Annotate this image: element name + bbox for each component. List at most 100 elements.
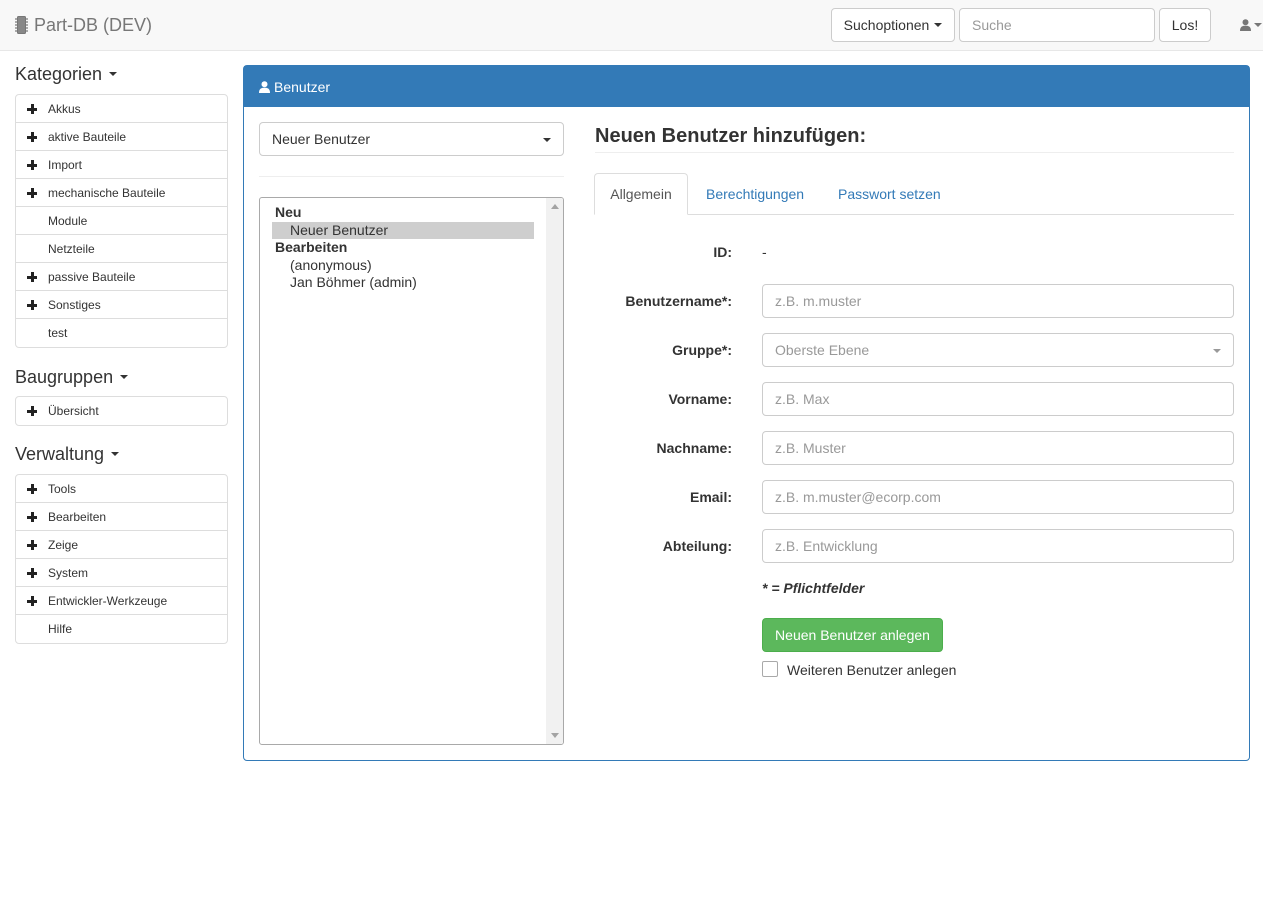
tab-berechtigungen[interactable]: Berechtigungen	[706, 173, 804, 215]
baugruppen-heading[interactable]: Baugruppen	[15, 367, 129, 387]
verwaltung-list: Tools Bearbeiten Zeige System Entwickler…	[15, 474, 228, 644]
brand-link[interactable]: Part-DB (DEV)	[15, 14, 152, 36]
sidebar-item-label: Hilfe	[48, 622, 73, 636]
plus-icon[interactable]	[27, 160, 37, 170]
plus-icon[interactable]	[27, 272, 37, 282]
sidebar-item-label: mechanische Bauteile	[48, 185, 166, 200]
sidebar-item-module[interactable]: Module	[16, 207, 227, 235]
add-another-user-label[interactable]: Weiteren Benutzer anlegen	[787, 661, 956, 679]
plus-icon[interactable]	[27, 300, 37, 310]
plus-icon[interactable]	[27, 406, 37, 416]
caret-down-icon	[109, 72, 118, 76]
top-navbar: Part-DB (DEV) Suchoptionen Los!	[0, 0, 1263, 51]
sidebar-item-label: Übersicht	[48, 404, 99, 418]
id-value: -	[762, 244, 767, 260]
username-label: Benutzername*:	[625, 293, 732, 309]
chip-icon	[15, 16, 28, 34]
sidebar-item-passive-bauteile[interactable]: passive Bauteile	[16, 263, 227, 291]
user-listbox[interactable]: Neu Neuer Benutzer Bearbeiten (anonymous…	[259, 197, 564, 745]
sidebar-item-zeige[interactable]: Zeige	[16, 531, 227, 559]
caret-down-icon	[934, 23, 943, 27]
user-select-dropdown[interactable]: Neuer Benutzer	[259, 122, 564, 156]
verwaltung-heading[interactable]: Verwaltung	[15, 443, 120, 464]
optgroup-label-bearbeiten: Bearbeiten	[275, 239, 348, 255]
tab-allgemein[interactable]: Allgemein	[594, 173, 688, 215]
sidebar-item-entwickler-werkzeuge[interactable]: Entwickler-Werkzeuge	[16, 587, 227, 615]
sidebar-item-label: Sonstiges	[48, 297, 101, 312]
plus-icon[interactable]	[27, 132, 37, 142]
caret-down-icon	[1213, 349, 1221, 353]
plus-icon[interactable]	[27, 104, 37, 114]
divider	[595, 152, 1234, 153]
group-label: Gruppe*:	[672, 342, 732, 358]
search-go-label: Los!	[1171, 17, 1199, 33]
panel-heading: Benutzer	[244, 66, 1249, 107]
lastname-input[interactable]	[762, 431, 1234, 465]
lastname-label: Nachname:	[656, 440, 732, 456]
user-menu-toggle[interactable]	[1240, 17, 1263, 33]
sidebar-item-system[interactable]: System	[16, 559, 227, 587]
plus-icon[interactable]	[27, 188, 37, 198]
add-another-user-checkbox[interactable]	[762, 661, 778, 677]
plus-icon[interactable]	[27, 512, 37, 522]
id-label: ID:	[713, 244, 732, 260]
form-title: Neuen Benutzer hinzufügen:	[595, 125, 867, 147]
verwaltung-title: Verwaltung	[15, 443, 105, 464]
baugruppen-list: Übersicht	[15, 396, 228, 426]
sidebar-item-mechanische-bauteile[interactable]: mechanische Bauteile	[16, 179, 227, 207]
firstname-label: Vorname:	[668, 391, 732, 407]
department-input[interactable]	[762, 529, 1234, 563]
sidebar-item-netzteile[interactable]: Netzteile	[16, 235, 227, 263]
plus-icon[interactable]	[27, 596, 37, 606]
sidebar-item-tools[interactable]: Tools	[16, 475, 227, 503]
sidebar-item-label: aktive Bauteile	[48, 129, 127, 144]
panel-title: Benutzer	[274, 78, 331, 95]
sidebar-item-test[interactable]: test	[16, 319, 227, 347]
sidebar-item-import[interactable]: Import	[16, 151, 227, 179]
divider	[259, 176, 564, 177]
brand-title: Part-DB (DEV)	[34, 14, 153, 35]
sidebar-item-label: Import	[48, 157, 83, 172]
sidebar-item-sonstiges[interactable]: Sonstiges	[16, 291, 227, 319]
search-input[interactable]	[959, 8, 1155, 42]
kategorien-heading[interactable]: Kategorien	[15, 63, 118, 84]
create-user-button[interactable]: Neuen Benutzer anlegen	[762, 618, 943, 652]
sidebar-item-bearbeiten[interactable]: Bearbeiten	[16, 503, 227, 531]
plus-icon[interactable]	[27, 568, 37, 578]
email-input[interactable]	[762, 480, 1234, 514]
group-select[interactable]: Oberste Ebene	[762, 333, 1234, 367]
user-icon	[259, 80, 270, 93]
caret-down-icon	[1254, 23, 1262, 27]
kategorien-title: Kategorien	[15, 63, 103, 84]
plus-icon[interactable]	[27, 540, 37, 550]
list-option-new-user[interactable]: Neuer Benutzer	[272, 222, 534, 239]
tab-passwort-setzen[interactable]: Passwort setzen	[838, 173, 941, 215]
create-user-label: Neuen Benutzer anlegen	[775, 627, 930, 643]
optgroup-label-neu: Neu	[275, 204, 302, 220]
list-option-user[interactable]: Jan Böhmer (admin)	[272, 274, 534, 291]
user-select-value: Neuer Benutzer	[272, 131, 371, 147]
scroll-down-icon[interactable]	[551, 733, 559, 738]
department-label: Abteilung:	[662, 538, 732, 554]
scroll-up-icon[interactable]	[551, 204, 559, 209]
sidebar-item-label: System	[48, 565, 89, 580]
sidebar-item-akkus[interactable]: Akkus	[16, 95, 227, 123]
caret-down-icon	[111, 452, 120, 456]
sidebar-item-aktive-bauteile[interactable]: aktive Bauteile	[16, 123, 227, 151]
list-option-user[interactable]: (anonymous)	[272, 257, 534, 274]
username-input[interactable]	[762, 284, 1234, 318]
sidebar-item-hilfe[interactable]: Hilfe	[16, 615, 227, 643]
kategorien-list: Akkus aktive Bauteile Import mechanische…	[15, 94, 228, 348]
sidebar-item-label: Akkus	[48, 101, 81, 116]
group-select-value: Oberste Ebene	[775, 342, 870, 358]
caret-down-icon	[543, 138, 551, 142]
email-label: Email:	[689, 489, 732, 505]
sidebar-item-uebersicht[interactable]: Übersicht	[16, 397, 227, 425]
search-go-button[interactable]: Los!	[1159, 8, 1211, 42]
plus-icon[interactable]	[27, 484, 37, 494]
search-options-button[interactable]: Suchoptionen	[831, 8, 955, 42]
sidebar-item-label: Tools	[48, 481, 77, 496]
listbox-scrollbar[interactable]	[546, 198, 563, 744]
firstname-input[interactable]	[762, 382, 1234, 416]
caret-down-icon	[120, 375, 129, 379]
